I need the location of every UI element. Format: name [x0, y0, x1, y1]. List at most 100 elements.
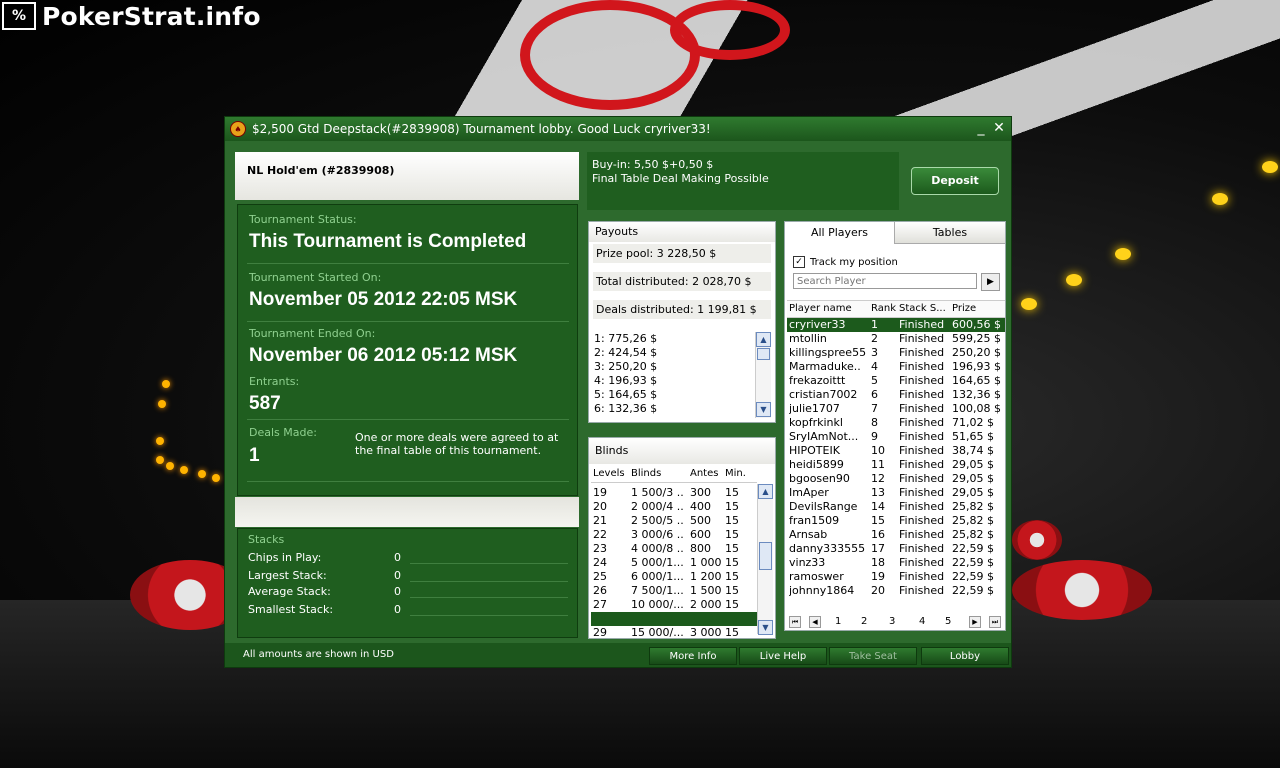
table-row[interactable]: SryIAmNot... 9 Finished 51,65 $	[787, 430, 1005, 444]
table-row[interactable]: 22 3 000/6 .. 600 15	[591, 528, 757, 542]
table-row[interactable]: johnny1864 20 Finished 22,59 $	[787, 584, 1005, 598]
table-cell: Finished	[899, 528, 945, 541]
background-light	[1115, 248, 1131, 260]
table-row[interactable]: julie1707 7 Finished 100,08 $	[787, 402, 1005, 416]
page-link[interactable]: 4	[919, 616, 925, 627]
table-row[interactable]: 25 6 000/1... 1 200 15	[591, 570, 757, 584]
take-seat-button[interactable]: Take Seat	[829, 647, 917, 665]
payout-list: 1: 775,26 $ 2: 424,54 $ 3: 250,20 $ 4: 1…	[594, 332, 754, 416]
started-label: Tournament Started On:	[249, 271, 382, 284]
table-cell: killingspree55	[789, 346, 867, 359]
table-row[interactable]: cryriver33 1 Finished 600,56 $	[787, 318, 1005, 332]
table-cell: fran1509	[789, 514, 840, 527]
track-label: Track my position	[810, 256, 898, 268]
window-titlebar[interactable]: ♠ $2,500 Gtd Deepstack(#2839908) Tournam…	[225, 117, 1011, 141]
table-row[interactable]: 20 2 000/4 .. 400 15	[591, 500, 757, 514]
background-light	[1212, 193, 1228, 205]
last-page-icon[interactable]: ⏭	[989, 616, 1001, 628]
prev-page-icon[interactable]: ◀	[809, 616, 821, 628]
scroll-down-icon[interactable]: ▼	[756, 402, 771, 417]
scroll-up-icon[interactable]: ▲	[758, 484, 773, 499]
tab-tables[interactable]: Tables	[895, 222, 1005, 244]
table-cell: 15	[725, 598, 739, 611]
table-row[interactable]: frekazoittt 5 Finished 164,65 $	[787, 374, 1005, 388]
tournament-status-panel: Tournament Status: This Tournament is Co…	[237, 204, 578, 496]
divider	[247, 321, 569, 322]
table-cell: 25,82 $	[952, 528, 994, 541]
page-link[interactable]: 1	[835, 616, 841, 627]
col-header[interactable]: Antes	[690, 468, 718, 479]
col-header[interactable]: Blinds	[631, 468, 661, 479]
stack-value: 0	[394, 585, 401, 598]
table-row[interactable]: ImAper 13 Finished 29,05 $	[787, 486, 1005, 500]
search-player-input[interactable]	[793, 273, 977, 289]
table-cell: 22,59 $	[952, 570, 994, 583]
table-row[interactable]: cristian7002 6 Finished 132,36 $	[787, 388, 1005, 402]
col-header[interactable]: Min.	[725, 468, 746, 479]
first-page-icon[interactable]: ⏮	[789, 616, 801, 628]
live-help-button[interactable]: Live Help	[739, 647, 827, 665]
stack-label: Smallest Stack:	[248, 603, 334, 616]
table-cell: Finished	[899, 556, 945, 569]
minimize-button[interactable]: _	[973, 120, 989, 136]
col-header[interactable]: Levels	[593, 468, 625, 479]
next-page-icon[interactable]: ▶	[969, 616, 981, 628]
table-row[interactable]: Arnsab 16 Finished 25,82 $	[787, 528, 1005, 542]
blinds-scrollbar[interactable]: ▲ ▼	[757, 484, 773, 635]
stack-value: 0	[394, 551, 401, 564]
tab-all-players[interactable]: All Players	[785, 222, 895, 244]
table-row[interactable]: 23 4 000/8 .. 800 15	[591, 542, 757, 556]
table-row[interactable]: 21 2 500/5 .. 500 15	[591, 514, 757, 528]
page-link[interactable]: 3	[889, 616, 895, 627]
table-row[interactable]: danny333555 17 Finished 22,59 $	[787, 542, 1005, 556]
logo-mark: %	[2, 2, 36, 30]
payouts-scrollbar[interactable]: ▲ ▼	[755, 332, 771, 418]
table-row[interactable]: Marmaduke.. 4 Finished 196,93 $	[787, 360, 1005, 374]
table-row[interactable]: 19 1 500/3 .. 300 15	[591, 486, 757, 500]
track-position[interactable]: ✓ Track my position	[793, 256, 898, 268]
table-row[interactable]: 26 7 500/1... 1 500 15	[591, 584, 757, 598]
close-button[interactable]: ✕	[991, 120, 1007, 136]
col-header[interactable]: Stack S...	[899, 303, 947, 314]
search-go-button[interactable]: ▶	[981, 273, 1000, 291]
table-row[interactable]: bgoosen90 12 Finished 29,05 $	[787, 472, 1005, 486]
track-checkbox[interactable]: ✓	[793, 256, 805, 268]
lobby-button[interactable]: Lobby	[921, 647, 1009, 665]
scroll-thumb[interactable]	[757, 348, 770, 360]
table-row[interactable]: killingspree55 3 Finished 250,20 $	[787, 346, 1005, 360]
table-cell: 51,65 $	[952, 430, 994, 443]
scroll-down-icon[interactable]: ▼	[758, 620, 773, 635]
table-cell: 2 000	[690, 598, 722, 611]
table-row[interactable]: 29 15 000/... 3 000 15	[591, 626, 757, 640]
col-header[interactable]: Player name	[789, 303, 852, 314]
col-header[interactable]: Rank	[871, 303, 896, 314]
table-cell: 15	[725, 584, 739, 597]
table-row[interactable]: 28 12 500/... 2 500 15	[591, 612, 757, 626]
table-row[interactable]: heidi5899 11 Finished 29,05 $	[787, 458, 1005, 472]
page-link[interactable]: 5	[945, 616, 951, 627]
table-row[interactable]: ramoswer 19 Finished 22,59 $	[787, 570, 1005, 584]
table-row[interactable]: 24 5 000/1... 1 000 15	[591, 556, 757, 570]
table-cell: 17	[871, 542, 885, 555]
scroll-up-icon[interactable]: ▲	[756, 332, 771, 347]
table-row[interactable]: 27 10 000/... 2 000 15	[591, 598, 757, 612]
background-light	[1066, 274, 1082, 286]
entrants-value: 587	[249, 393, 281, 414]
scroll-thumb[interactable]	[759, 542, 772, 570]
col-header[interactable]: Prize	[952, 303, 976, 314]
table-row[interactable]: vinz33 18 Finished 22,59 $	[787, 556, 1005, 570]
table-row[interactable]: mtollin 2 Finished 599,25 $	[787, 332, 1005, 346]
table-row[interactable]: HIPOTEIK 10 Finished 38,74 $	[787, 444, 1005, 458]
deposit-button[interactable]: Deposit	[911, 167, 999, 195]
table-cell: 15	[725, 528, 739, 541]
table-cell: 5	[871, 374, 878, 387]
table-cell: 400	[690, 500, 711, 513]
more-info-button[interactable]: More Info	[649, 647, 737, 665]
page-link[interactable]: 2	[861, 616, 867, 627]
table-cell: 15	[725, 514, 739, 527]
table-row[interactable]: fran1509 15 Finished 25,82 $	[787, 514, 1005, 528]
table-row[interactable]: DevilsRange 14 Finished 25,82 $	[787, 500, 1005, 514]
table-row[interactable]: kopfrkinkl 8 Finished 71,02 $	[787, 416, 1005, 430]
table-cell: 7 500/1...	[631, 584, 684, 597]
table-cell: 27	[593, 598, 607, 611]
